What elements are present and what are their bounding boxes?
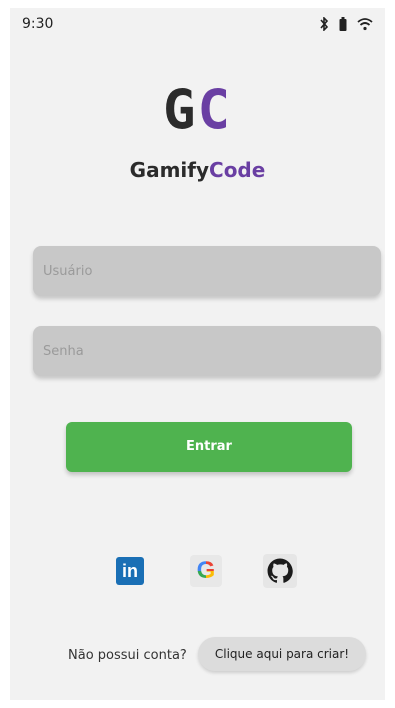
battery-icon — [339, 16, 347, 35]
password-field[interactable] — [33, 326, 381, 376]
google-icon-box: G — [190, 555, 222, 587]
app-screen: 9:30 GC GamifyCode Entrar in G — [10, 8, 385, 700]
login-button[interactable]: Entrar — [66, 422, 352, 472]
bluetooth-icon — [319, 16, 329, 35]
logo-letter-g: G — [162, 78, 198, 141]
app-logo: GC — [10, 80, 385, 140]
google-icon: G — [196, 557, 216, 584]
github-icon — [263, 554, 297, 588]
brand-name-part2: Code — [209, 158, 266, 182]
status-bar: 9:30 — [10, 8, 385, 40]
logo-letter-c: C — [197, 78, 233, 141]
username-input[interactable] — [33, 246, 381, 296]
status-time: 9:30 — [22, 16, 54, 32]
linkedin-icon: in — [116, 557, 144, 585]
google-button[interactable]: G — [188, 553, 224, 589]
github-button[interactable] — [262, 553, 298, 589]
brand-name-part1: Gamify — [129, 158, 210, 182]
username-field[interactable] — [33, 246, 381, 296]
signup-prompt: Não possui conta? — [68, 648, 187, 663]
wifi-icon — [357, 16, 373, 35]
create-account-button[interactable]: Clique aqui para criar! — [198, 637, 366, 671]
status-icons — [319, 16, 373, 35]
linkedin-button[interactable]: in — [112, 553, 148, 589]
brand-name: GamifyCode — [10, 158, 385, 182]
password-input[interactable] — [33, 326, 381, 376]
